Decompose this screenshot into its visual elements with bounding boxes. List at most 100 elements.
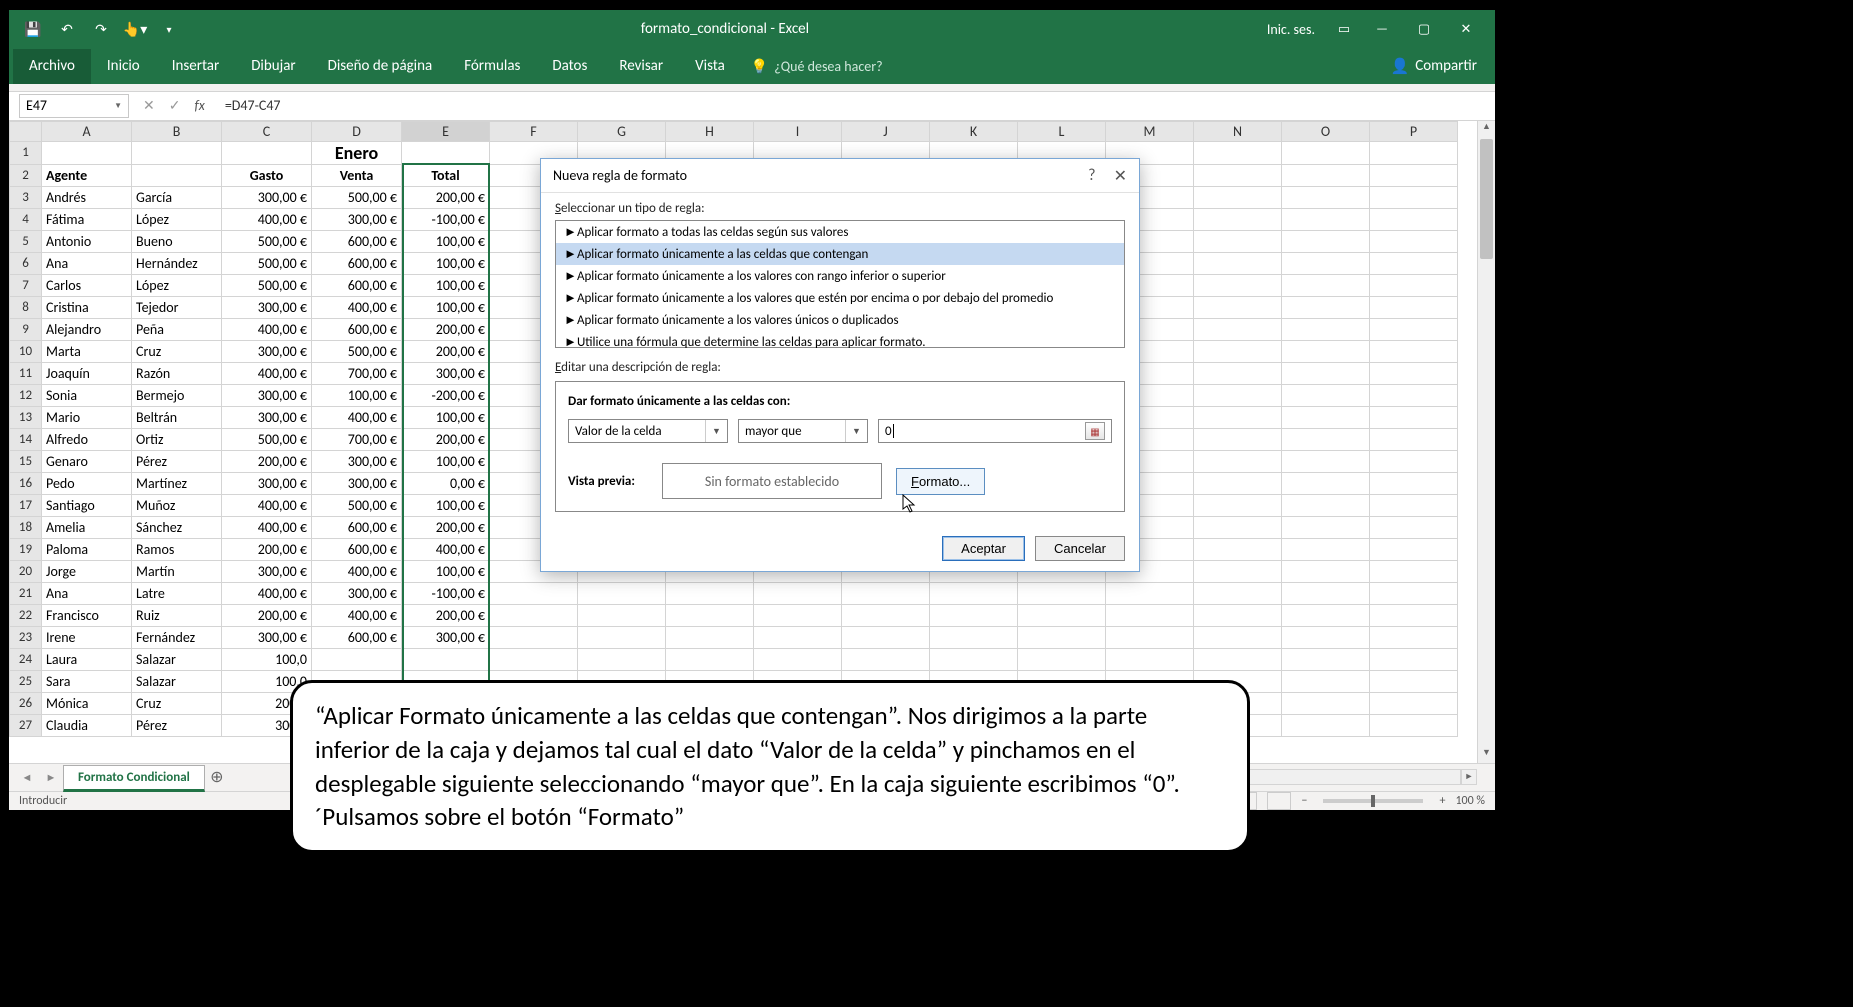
row-header[interactable]: 22: [10, 604, 42, 626]
cell[interactable]: Jorge: [42, 560, 132, 582]
cell[interactable]: Salazar: [132, 670, 222, 692]
scroll-down-icon[interactable]: ▼: [1478, 747, 1495, 763]
cell[interactable]: Bermejo: [132, 384, 222, 406]
cell[interactable]: [1106, 626, 1194, 648]
cell[interactable]: 300,00 €: [222, 560, 312, 582]
cell[interactable]: Ortiz: [132, 428, 222, 450]
cell[interactable]: [1370, 692, 1458, 714]
cell[interactable]: [754, 648, 842, 670]
name-box[interactable]: E47 ▼: [19, 94, 129, 118]
cell[interactable]: 400,00 €: [312, 296, 402, 318]
cell[interactable]: 400,00 €: [312, 604, 402, 626]
cell[interactable]: 400,00 €: [222, 318, 312, 340]
cell[interactable]: Pérez: [132, 714, 222, 736]
cell[interactable]: Salazar: [132, 648, 222, 670]
cell[interactable]: [1194, 560, 1282, 582]
cell[interactable]: [754, 582, 842, 604]
tab-archivo[interactable]: Archivo: [13, 49, 91, 84]
cell[interactable]: [1282, 472, 1370, 494]
column-header[interactable]: F: [490, 121, 578, 141]
zoom-level[interactable]: 100 %: [1455, 794, 1485, 808]
cell[interactable]: [1370, 186, 1458, 208]
row-header[interactable]: 10: [10, 340, 42, 362]
cell[interactable]: [1194, 340, 1282, 362]
sheet-nav-prev-icon[interactable]: ◄: [15, 771, 39, 784]
rule-type-option[interactable]: ► Aplicar formato a todas las celdas seg…: [556, 221, 1124, 243]
cell[interactable]: [1194, 450, 1282, 472]
formula-cancel-icon[interactable]: ✕: [143, 97, 155, 114]
cell[interactable]: [1370, 252, 1458, 274]
cell[interactable]: Laura: [42, 648, 132, 670]
cell[interactable]: 300,00 €: [402, 362, 490, 384]
tab-diseno[interactable]: Diseño de página: [312, 49, 449, 84]
cell[interactable]: [1370, 626, 1458, 648]
cell[interactable]: [1370, 230, 1458, 252]
column-header[interactable]: G: [578, 121, 666, 141]
cell[interactable]: 500,00 €: [312, 494, 402, 516]
rule-type-option[interactable]: ► Aplicar formato únicamente a los valor…: [556, 287, 1124, 309]
accept-button[interactable]: Aceptar: [942, 536, 1025, 561]
cell[interactable]: [402, 648, 490, 670]
row-header[interactable]: 27: [10, 714, 42, 736]
cell[interactable]: 200,00 €: [402, 516, 490, 538]
cell[interactable]: Paloma: [42, 538, 132, 560]
cell[interactable]: 400,00 €: [222, 582, 312, 604]
cell[interactable]: 300,00 €: [222, 472, 312, 494]
cell[interactable]: [490, 626, 578, 648]
cell[interactable]: 300,00 €: [312, 450, 402, 472]
row-header[interactable]: 24: [10, 648, 42, 670]
cell[interactable]: [1194, 318, 1282, 340]
cell[interactable]: [1370, 340, 1458, 362]
column-header[interactable]: D: [312, 121, 402, 141]
column-header[interactable]: L: [1018, 121, 1106, 141]
cell[interactable]: 100,00 €: [402, 406, 490, 428]
cell[interactable]: 200,00 €: [402, 428, 490, 450]
row-header[interactable]: 1: [10, 141, 42, 164]
cancel-button[interactable]: Cancelar: [1035, 536, 1125, 561]
rule-type-option[interactable]: ► Aplicar formato únicamente a las celda…: [556, 243, 1124, 265]
cell[interactable]: Sánchez: [132, 516, 222, 538]
cell[interactable]: [1194, 604, 1282, 626]
cell[interactable]: -100,00 €: [402, 208, 490, 230]
row-header[interactable]: 3: [10, 186, 42, 208]
cell[interactable]: Alfredo: [42, 428, 132, 450]
cell[interactable]: 700,00 €: [312, 428, 402, 450]
cell[interactable]: [1282, 318, 1370, 340]
cell[interactable]: 500,00 €: [222, 428, 312, 450]
cell[interactable]: [1282, 582, 1370, 604]
cell[interactable]: [1194, 428, 1282, 450]
cell[interactable]: 300,00 €: [222, 186, 312, 208]
cell[interactable]: [930, 648, 1018, 670]
cell[interactable]: Francisco: [42, 604, 132, 626]
cell[interactable]: [1282, 604, 1370, 626]
cell[interactable]: [1282, 428, 1370, 450]
cell[interactable]: [1282, 384, 1370, 406]
row-header[interactable]: 5: [10, 230, 42, 252]
cell[interactable]: [578, 626, 666, 648]
cell[interactable]: 300,00 €: [312, 472, 402, 494]
zoom-in-icon[interactable]: +: [1439, 794, 1445, 808]
minimize-icon[interactable]: —: [1363, 15, 1401, 43]
cell[interactable]: [1282, 208, 1370, 230]
cell[interactable]: 400,00 €: [402, 538, 490, 560]
cell[interactable]: 200,00 €: [402, 318, 490, 340]
tab-datos[interactable]: Datos: [536, 49, 603, 84]
cell[interactable]: 100,00 €: [402, 252, 490, 274]
cell[interactable]: 400,00 €: [222, 208, 312, 230]
tab-dibujar[interactable]: Dibujar: [235, 49, 311, 84]
cell[interactable]: Claudia: [42, 714, 132, 736]
cell[interactable]: [1194, 384, 1282, 406]
scroll-up-icon[interactable]: ▲: [1478, 121, 1495, 137]
cell[interactable]: [1194, 538, 1282, 560]
column-header[interactable]: K: [930, 121, 1018, 141]
cell[interactable]: [1194, 648, 1282, 670]
cell[interactable]: -200,00 €: [402, 384, 490, 406]
row-header[interactable]: 21: [10, 582, 42, 604]
cell[interactable]: [490, 604, 578, 626]
cell[interactable]: Sonia: [42, 384, 132, 406]
row-header[interactable]: 25: [10, 670, 42, 692]
cell[interactable]: -100,00 €: [402, 582, 490, 604]
cell[interactable]: Razón: [132, 362, 222, 384]
ribbon-display-icon[interactable]: ▭: [1329, 15, 1359, 43]
cell[interactable]: [1370, 494, 1458, 516]
